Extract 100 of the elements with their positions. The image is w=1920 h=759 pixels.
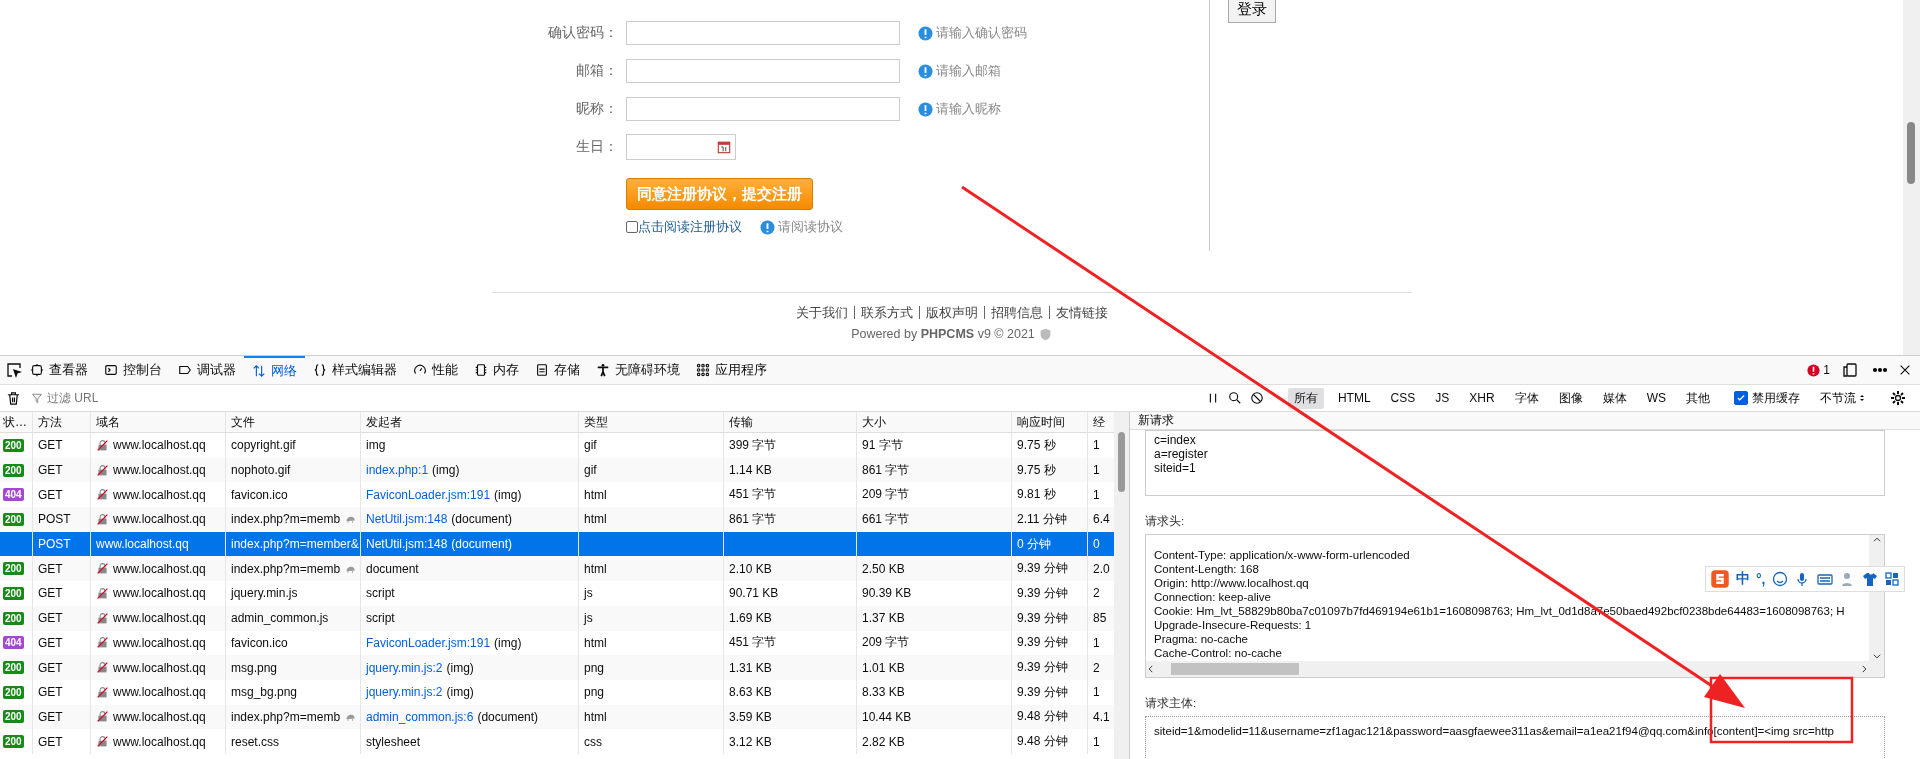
request-row[interactable]: 200 GET www.localhost.qq index.php?m=memb document html 2.10 KB 2.50 KB 9.39 分钟 2.0 xyxy=(0,556,1115,582)
scrollbar[interactable] xyxy=(1903,0,1920,355)
table-cell: www.localhost.qq xyxy=(90,507,225,532)
settings-icon[interactable] xyxy=(1890,390,1906,406)
devtools-tab[interactable]: 网络 xyxy=(244,356,305,384)
scrollbar-thumb[interactable] xyxy=(1171,663,1299,675)
table-cell: admin_common.js:6 (document) xyxy=(360,704,578,730)
column-header[interactable]: 类型 xyxy=(578,412,723,432)
column-header[interactable]: 响应时间 xyxy=(1011,412,1087,432)
column-header[interactable]: 域名 xyxy=(90,412,225,432)
table-cell: www.localhost.qq xyxy=(90,581,225,606)
table-cell: 2.82 KB xyxy=(856,729,1011,754)
smiley-icon[interactable] xyxy=(1771,571,1788,587)
type-filter-button[interactable]: CSS xyxy=(1384,389,1422,407)
devtools-tab[interactable]: 调试器 xyxy=(170,356,244,384)
insecure-lock-icon xyxy=(96,636,109,650)
ime-punctuation[interactable]: °, xyxy=(1756,571,1766,587)
scroll-down-icon[interactable] xyxy=(1871,651,1882,661)
responsive-icon[interactable] xyxy=(1842,362,1858,378)
footer-link[interactable]: 友情链接 xyxy=(1048,306,1114,319)
table-cell: www.localhost.qq xyxy=(90,704,225,730)
checkbox[interactable] xyxy=(1734,391,1748,405)
ime-mode[interactable]: 中 xyxy=(1736,570,1750,588)
devtools-tab[interactable]: 内存 xyxy=(466,356,527,384)
trash-icon[interactable] xyxy=(6,390,21,406)
text-field[interactable] xyxy=(626,21,900,45)
devtools-tab[interactable]: 应用程序 xyxy=(688,356,775,384)
shield-icon xyxy=(1038,327,1052,341)
footer-link[interactable]: 招聘信息 xyxy=(983,306,1049,319)
table-cell: 861 字节 xyxy=(856,457,1011,483)
type-filter-button[interactable]: 媒体 xyxy=(1596,387,1633,409)
scrollbar[interactable] xyxy=(1114,412,1129,759)
type-filter-button[interactable]: HTML xyxy=(1331,389,1377,407)
table-cell: gif xyxy=(578,457,723,483)
field-label: 昵称： xyxy=(575,100,618,118)
shirt-icon[interactable] xyxy=(1861,571,1878,587)
table-cell: GET xyxy=(32,679,90,705)
table-cell: 90.39 KB xyxy=(856,581,1011,606)
error-count[interactable]: 1 xyxy=(1823,363,1830,377)
devtools-tab[interactable]: 查看器 xyxy=(22,356,96,384)
text-field[interactable] xyxy=(626,97,900,121)
devtools-tab[interactable]: 样式编辑器 xyxy=(305,356,405,384)
block-icon[interactable] xyxy=(1249,391,1264,405)
checkbox[interactable] xyxy=(626,221,638,233)
table-cell: index.php?m=memb xyxy=(225,556,360,582)
filter-field[interactable]: 过滤 URL xyxy=(29,387,649,409)
table-cell: png xyxy=(578,679,723,705)
devtools-tab[interactable]: 无障碍环境 xyxy=(588,356,688,384)
request-row[interactable]: 200 GET www.localhost.qq nophoto.gif index.php:1 (img) gif 1.14 KB 861 字节 9.75 秒 1 xyxy=(0,457,1115,483)
request-row[interactable]: POST www.localhost.qq index.php?m=member& NetUtil.jsm:148 (document) 0 分钟 0 xyxy=(0,531,1115,557)
login-button[interactable]: 登录 xyxy=(1228,0,1276,23)
throttle-dropdown[interactable]: 不节流 xyxy=(1814,388,1872,408)
insecure-lock-icon xyxy=(96,661,109,675)
type-filter-button[interactable]: XHR xyxy=(1463,389,1501,407)
column-header[interactable]: 状… xyxy=(0,412,32,432)
table-cell: js xyxy=(578,581,723,606)
memory-icon xyxy=(474,363,488,377)
status-badge: 200 xyxy=(3,685,24,699)
table-cell: 9.39 分钟 xyxy=(1011,655,1087,680)
table-cell: css xyxy=(578,729,723,754)
storage-icon xyxy=(535,363,549,377)
request-row[interactable]: 200 GET www.localhost.qq index.php?m=memb admin_common.js:6 (document) html 3.59 KB 10.44 KB 9.48 分钟 4.1 xyxy=(0,704,1115,730)
column-header[interactable]: 文件 xyxy=(225,412,360,432)
type-filter-button[interactable]: 所有 xyxy=(1287,387,1324,409)
type-filter-button[interactable]: 图像 xyxy=(1552,387,1589,409)
request-row[interactable]: 200 GET www.localhost.qq admin_common.js script js 1.69 KB 1.37 KB 9.39 分钟 85 xyxy=(0,605,1115,631)
picker-icon[interactable] xyxy=(6,362,22,378)
scroll-right-icon[interactable] xyxy=(1859,664,1869,674)
column-header[interactable]: 方法 xyxy=(32,412,90,432)
type-filter-button[interactable]: 其他 xyxy=(1680,387,1716,409)
scroll-left-icon[interactable] xyxy=(1146,664,1156,674)
request-row[interactable]: 200 GET www.localhost.qq msg.png jquery.min.js:2 (img) png 1.31 KB 1.01 KB 9.39 分钟 2 xyxy=(0,655,1115,680)
keyboard-icon[interactable] xyxy=(1815,571,1834,587)
devtools-tab[interactable]: 存储 xyxy=(527,356,588,384)
text-field[interactable] xyxy=(626,59,900,83)
footer-link[interactable]: 联系方式 xyxy=(853,306,919,319)
tiles-icon[interactable] xyxy=(1883,571,1900,587)
insecure-lock-icon xyxy=(96,463,109,477)
close-icon[interactable] xyxy=(1898,363,1912,377)
footer-link[interactable]: 关于我们 xyxy=(789,306,854,319)
agreement-link[interactable]: 点击阅读注册协议 xyxy=(638,218,742,236)
type-filter-button[interactable]: WS xyxy=(1640,389,1672,407)
status-badge: 404 xyxy=(3,488,24,502)
request-row[interactable]: 200 POST www.localhost.qq index.php?m=memb NetUtil.jsm:148 (document) html 861 字节 661 字节 2.11 分钟 6.4 xyxy=(0,507,1115,532)
table-cell: GET xyxy=(32,581,90,606)
date-field[interactable] xyxy=(626,134,736,160)
table-cell: 1.31 KB xyxy=(723,655,856,680)
search-icon[interactable] xyxy=(1227,391,1242,405)
column-header[interactable]: 发起者 xyxy=(360,412,578,432)
type-filter-button[interactable]: 字体 xyxy=(1508,387,1545,409)
column-header[interactable]: 大小 xyxy=(856,412,1011,432)
footer-link[interactable]: 版权声明 xyxy=(918,306,984,319)
column-header[interactable]: 传输 xyxy=(723,412,856,432)
scroll-up-icon[interactable] xyxy=(1871,535,1882,545)
table-cell: document xyxy=(360,556,578,582)
devtools-tab[interactable]: 控制台 xyxy=(96,356,170,384)
type-filter-button[interactable]: JS xyxy=(1429,389,1456,407)
devtools-tab[interactable]: 性能 xyxy=(405,356,466,384)
table-cell: 861 字节 xyxy=(723,507,856,532)
table-cell: jquery.min.js:2 (img) xyxy=(360,679,578,705)
